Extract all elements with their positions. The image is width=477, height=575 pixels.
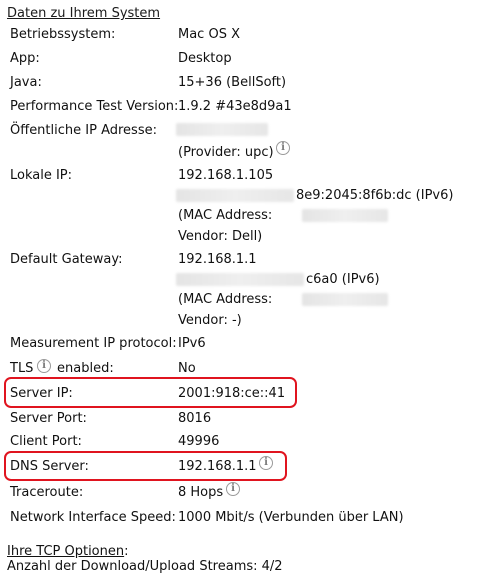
- section-title-system-data[interactable]: Daten zu Ihrem System: [7, 6, 160, 21]
- local-ipv6-suffix: 8e9:2045:8f6b:dc (IPv6): [296, 188, 454, 203]
- local-vendor: Vendor: Dell): [178, 229, 263, 244]
- measurement-protocol-label: Measurement IP protocol:: [10, 336, 177, 351]
- gateway-value: 192.168.1.1: [178, 252, 257, 267]
- perf-version-value: 1.9.2 #43e8d9a1: [178, 99, 292, 114]
- tls-label-prefix: TLS: [10, 361, 34, 376]
- info-icon[interactable]: i: [276, 141, 290, 155]
- gateway-label: Default Gateway:: [10, 252, 123, 267]
- gateway-ipv6-suffix: c6a0 (IPv6): [306, 272, 380, 287]
- gateway-vendor: Vendor: -): [178, 313, 242, 328]
- perf-version-label: Performance Test Version:: [10, 99, 179, 114]
- traceroute-value: 8 Hops: [178, 485, 224, 500]
- tcp-streams: Anzahl der Download/Upload Streams: 4/2: [7, 559, 283, 574]
- server-ip-value: 2001:918:ce::41: [178, 386, 286, 401]
- local-ipv6-redacted: [176, 189, 294, 202]
- app-value: Desktop: [178, 51, 232, 66]
- client-port-value: 49996: [178, 434, 220, 449]
- public-ip-label: Öffentliche IP Adresse:: [10, 123, 157, 138]
- os-label: Betriebssystem:: [10, 27, 116, 42]
- tcp-options-link[interactable]: Ihre TCP Optionen: [7, 544, 124, 559]
- traceroute-label: Traceroute:: [10, 485, 84, 500]
- server-ip-label: Server IP:: [10, 386, 73, 401]
- local-ip-value: 192.168.1.105: [178, 168, 274, 183]
- tls-value: No: [178, 361, 196, 376]
- app-label: App:: [10, 51, 40, 66]
- nic-speed-value: 1000 Mbit/s (Verbunden über LAN): [178, 510, 404, 525]
- info-icon[interactable]: i: [226, 482, 240, 496]
- server-port-value: 8016: [178, 411, 212, 426]
- public-ip-provider: (Provider: upc): [178, 145, 274, 160]
- measurement-protocol-value: IPv6: [178, 336, 206, 351]
- tcp-options-colon: :: [124, 544, 129, 559]
- tcp-options-heading[interactable]: Ihre TCP Optionen:: [7, 544, 129, 559]
- local-mac-label: (MAC Address:: [178, 208, 273, 223]
- nic-speed-label: Network Interface Speed:: [10, 510, 176, 525]
- gateway-ipv6-redacted: [176, 273, 304, 286]
- info-icon[interactable]: i: [37, 359, 51, 373]
- local-mac-redacted: [302, 209, 388, 222]
- java-label: Java:: [10, 75, 42, 90]
- server-port-label: Server Port:: [10, 411, 87, 426]
- dns-server-value: 192.168.1.1: [178, 459, 257, 474]
- info-icon[interactable]: i: [259, 456, 273, 470]
- os-value: Mac OS X: [178, 27, 240, 42]
- local-ip-label: Lokale IP:: [10, 168, 73, 183]
- dns-server-label: DNS Server:: [10, 459, 89, 474]
- tls-label-suffix: enabled:: [57, 361, 114, 376]
- gateway-mac-redacted: [302, 293, 388, 306]
- java-value: 15+36 (BellSoft): [178, 75, 287, 90]
- client-port-label: Client Port:: [10, 434, 82, 449]
- public-ip-redacted: [176, 123, 268, 136]
- gateway-mac-label: (MAC Address:: [178, 292, 273, 307]
